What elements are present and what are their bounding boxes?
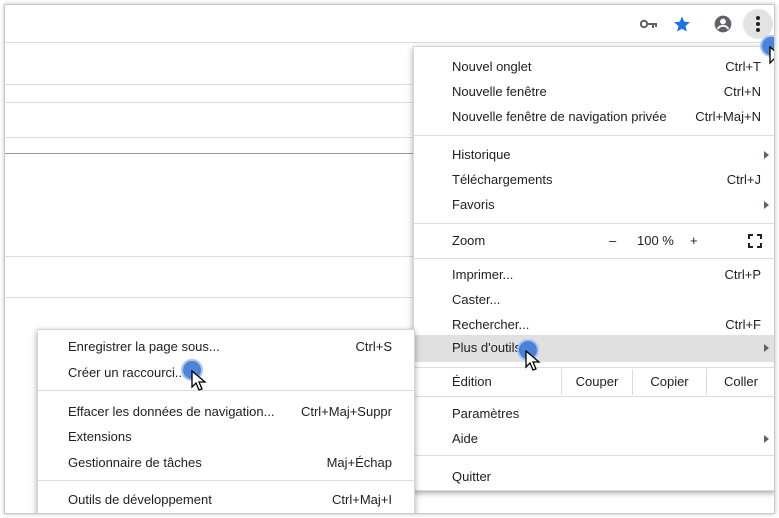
menu-separator <box>414 135 774 136</box>
zoom-level: 100 % <box>637 233 674 248</box>
zoom-in-button[interactable]: + <box>690 228 698 254</box>
profile-icon[interactable] <box>713 14 733 34</box>
submenu-item-developer-tools[interactable]: Outils de développement Ctrl+Maj+I <box>38 487 414 513</box>
menu-item-bookmarks[interactable]: Favoris <box>414 192 774 218</box>
menu-item-edit: Édition Couper Copier Coller <box>414 369 774 395</box>
submenu-separator <box>38 390 414 391</box>
mouse-cursor-icon <box>191 370 207 391</box>
menu-item-print[interactable]: Imprimer... Ctrl+P <box>414 262 774 288</box>
copy-button[interactable]: Copier <box>632 369 706 395</box>
submenu-arrow-icon <box>764 435 769 443</box>
menu-item-exit[interactable]: Quitter <box>414 464 774 490</box>
page-divider <box>5 102 415 103</box>
menu-item-new-window[interactable]: Nouvelle fenêtre Ctrl+N <box>414 79 774 105</box>
menu-item-settings[interactable]: Paramètres <box>414 401 774 427</box>
paste-button[interactable]: Coller <box>706 369 774 395</box>
menu-separator <box>414 223 774 224</box>
zoom-out-button[interactable]: – <box>609 228 616 254</box>
menu-separator <box>414 258 774 259</box>
submenu-arrow-icon <box>764 344 769 352</box>
chrome-main-menu: Nouvel onglet Ctrl+T Nouvelle fenêtre Ct… <box>413 46 774 491</box>
fullscreen-icon[interactable] <box>748 234 762 248</box>
browser-toolbar <box>5 5 774 43</box>
menu-item-help[interactable]: Aide <box>414 426 774 452</box>
menu-separator <box>414 455 774 456</box>
submenu-item-clear-browsing-data[interactable]: Effacer les données de navigation... Ctr… <box>38 399 414 425</box>
menu-item-more-tools[interactable]: Plus d'outils <box>414 335 774 362</box>
menu-item-incognito-window[interactable]: Nouvelle fenêtre de navigation privée Ct… <box>414 104 774 130</box>
cut-button[interactable]: Couper <box>561 369 632 395</box>
mouse-cursor-icon <box>769 46 774 65</box>
page-divider <box>5 256 415 257</box>
menu-separator <box>414 367 774 368</box>
submenu-item-save-page[interactable]: Enregistrer la page sous... Ctrl+S <box>38 334 414 360</box>
menu-item-history[interactable]: Historique <box>414 142 774 168</box>
key-icon[interactable] <box>639 14 659 34</box>
submenu-arrow-icon <box>764 201 769 209</box>
mouse-cursor-icon <box>525 350 541 371</box>
menu-item-downloads[interactable]: Téléchargements Ctrl+J <box>414 167 774 193</box>
page-divider <box>5 153 415 154</box>
more-tools-submenu: Enregistrer la page sous... Ctrl+S Créer… <box>37 329 415 513</box>
submenu-item-extensions[interactable]: Extensions <box>38 424 414 450</box>
menu-item-cast[interactable]: Caster... <box>414 287 774 313</box>
page-divider <box>5 137 415 138</box>
submenu-item-task-manager[interactable]: Gestionnaire de tâches Maj+Échap <box>38 450 414 476</box>
menu-separator <box>414 396 774 397</box>
browser-window: Nouvel onglet Ctrl+T Nouvelle fenêtre Ct… <box>4 4 775 514</box>
submenu-item-create-shortcut[interactable]: Créer un raccourci... <box>38 360 414 386</box>
submenu-arrow-icon <box>764 151 769 159</box>
menu-item-new-tab[interactable]: Nouvel onglet Ctrl+T <box>414 54 774 80</box>
page-divider <box>5 297 415 298</box>
page-divider <box>5 84 415 85</box>
kebab-menu-icon <box>756 16 760 32</box>
menu-item-zoom: Zoom – 100 % + <box>414 228 774 254</box>
submenu-separator <box>38 480 414 481</box>
star-icon[interactable] <box>672 14 692 34</box>
